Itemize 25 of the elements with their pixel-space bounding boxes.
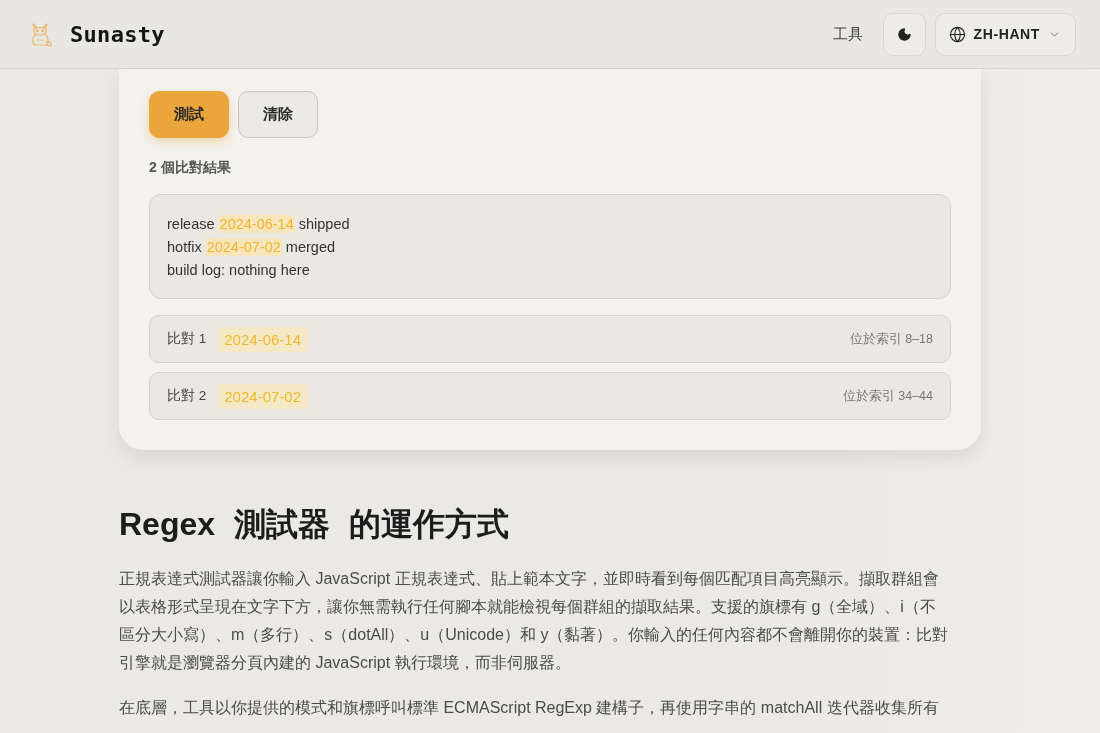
body-paragraph: 在底層，工具以你提供的模式和旗標呼叫標準 ECMAScript RegExp 建構子，再使用字串的 matchAll 迭代器收集所有 bbox=[119, 698, 940, 718]
match-value: 2024-07-02 bbox=[218, 383, 307, 409]
result-count: 2 個比對結果 bbox=[149, 158, 231, 176]
match-position: 位於索引 34–44 bbox=[842, 387, 933, 405]
match-highlight: 2024-07-02 bbox=[205, 237, 282, 256]
body-paragraph: 正規表達式測試器讓你輸入 JavaScript 正規表達式、貼上範本文字，並即時看到每個匹配項目高亮顯示。擷取群組會以表格形式呈現在文字下方，讓你無需執行任何腳本就能檢視每個群組的擷取結果。支援的旗標有 g（全域）、i（不區分大小寫）、m（多行）、s（dotAll）、u（Unicode）和 y（黏著）。你輸入的任何內容都不會離開你的裝置：比對引擎就是瀏覽器分頁內建的 JavaScript 執行環境，而非伺服器。 bbox=[119, 569, 949, 673]
brand-name: Sunasty bbox=[70, 21, 165, 47]
match-position: 位於索引 8–18 bbox=[849, 330, 933, 348]
tools-link[interactable]: 工具 bbox=[832, 24, 863, 44]
clear-button[interactable]: 清除 bbox=[238, 91, 318, 138]
match-value: 2024-06-14 bbox=[218, 326, 307, 352]
language-button[interactable]: ZH-HANT bbox=[934, 12, 1076, 56]
moon-icon bbox=[896, 26, 912, 42]
sample-text: release bbox=[167, 215, 215, 232]
section-heading: Regex 測試器 的運作方式 bbox=[119, 505, 509, 544]
sample-text: build log: nothing here bbox=[167, 261, 310, 278]
test-button[interactable]: 測試 bbox=[149, 91, 229, 138]
match-label: 比對 1 bbox=[167, 330, 207, 348]
match-highlight: 2024-06-14 bbox=[218, 214, 295, 233]
globe-icon bbox=[948, 25, 966, 43]
sample-text: shipped bbox=[298, 215, 350, 232]
sample-text: merged bbox=[285, 238, 335, 255]
sample-text: hotfix bbox=[167, 238, 202, 255]
match-label: 比對 2 bbox=[167, 387, 207, 405]
theme-toggle-button[interactable] bbox=[882, 12, 926, 56]
